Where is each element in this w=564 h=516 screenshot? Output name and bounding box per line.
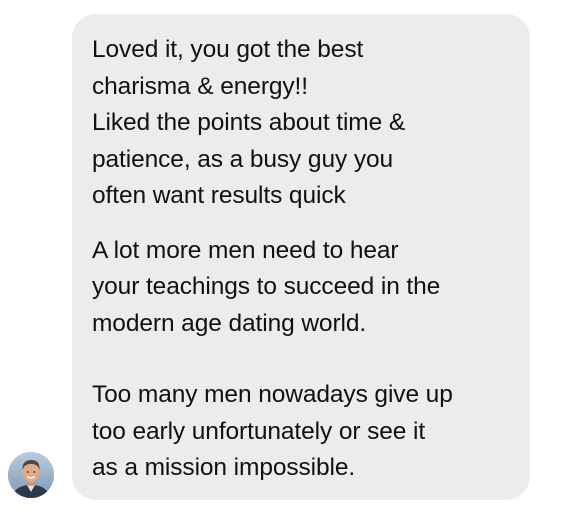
message-line: charisma & energy!! <box>92 72 308 100</box>
message-line: Too many men nowadays give up <box>92 381 453 408</box>
message-line: too early unfortunately or see it <box>92 417 426 445</box>
message-line: Liked the points about time & <box>92 109 406 136</box>
message-line: Loved it, you got the best <box>92 36 364 63</box>
message-line: as a mission impossible. <box>92 454 356 481</box>
message-line: your teachings to succeed in the <box>92 273 441 300</box>
message-bubble[interactable]: Loved it, you got the best charisma & en… <box>72 14 530 500</box>
profile-photo-icon <box>8 452 54 498</box>
message-paragraph-1: Loved it, you got the best charisma & en… <box>92 32 512 215</box>
sender-avatar[interactable] <box>8 452 54 498</box>
message-line: patience, as a busy guy you <box>92 145 394 173</box>
message-paragraph-3: Too many men nowadays give up too early … <box>92 377 512 487</box>
message-line: modern age dating world. <box>92 309 367 337</box>
message-line: A lot more men need to hear <box>92 236 399 264</box>
message-thread: Loved it, you got the best charisma & en… <box>0 0 564 516</box>
message-line: often want results quick <box>92 182 346 209</box>
message-paragraph-2: A lot more men need to hear your teachin… <box>92 233 512 343</box>
